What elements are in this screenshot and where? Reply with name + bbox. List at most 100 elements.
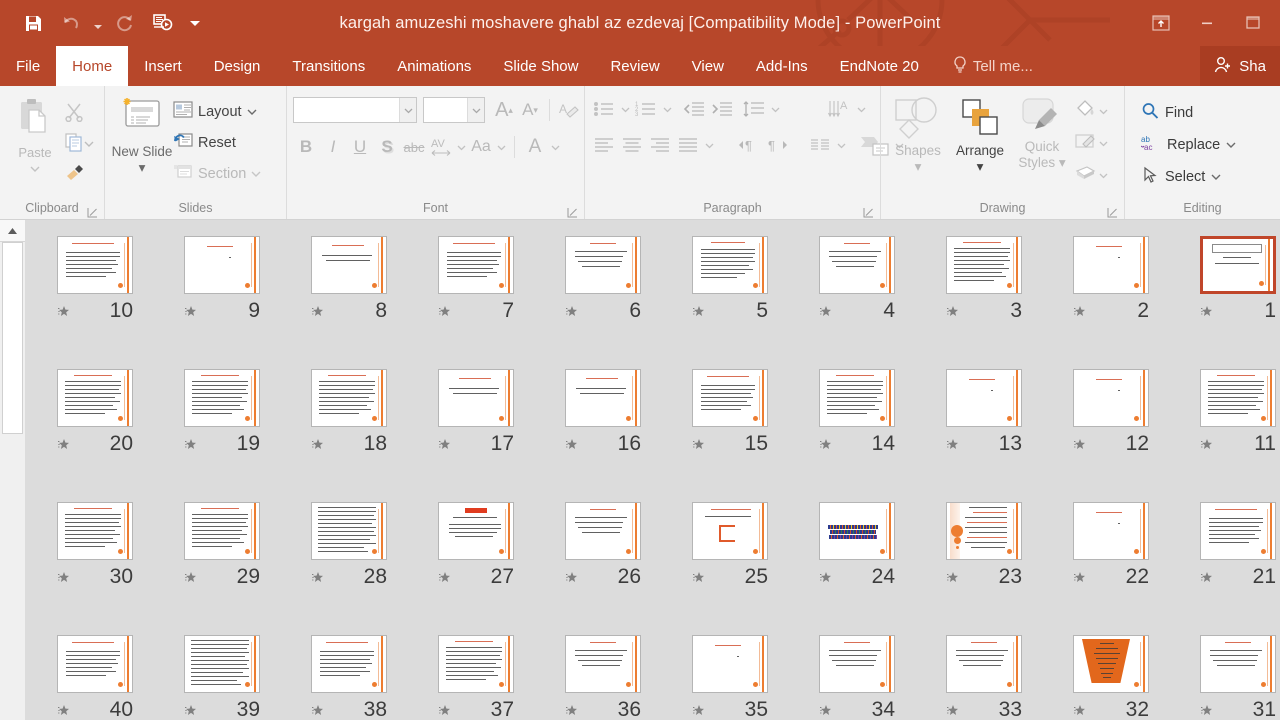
replace-button[interactable]: ab ac Replace — [1140, 130, 1236, 160]
tab-endnote[interactable]: EndNote 20 — [824, 46, 935, 86]
star-icon[interactable] — [692, 437, 706, 451]
slide-thumbnail[interactable] — [819, 369, 895, 427]
slide-thumbnail-cell[interactable]: 30 — [57, 502, 133, 587]
columns-dropdown-icon[interactable] — [835, 132, 847, 158]
redo-icon[interactable] — [106, 4, 144, 42]
tab-file[interactable]: File — [0, 46, 56, 86]
slide-thumbnail[interactable] — [311, 369, 387, 427]
star-icon[interactable] — [57, 437, 71, 451]
star-icon[interactable] — [57, 570, 71, 584]
slide-thumbnail[interactable] — [946, 635, 1022, 693]
slide-thumbnail[interactable] — [57, 635, 133, 693]
star-icon[interactable] — [1200, 703, 1214, 717]
font-size-combo[interactable] — [423, 97, 485, 123]
numbering-button[interactable]: 123 — [633, 96, 659, 122]
slide-thumbnail[interactable] — [438, 502, 514, 560]
font-name-combo[interactable] — [293, 97, 417, 123]
star-icon[interactable] — [438, 304, 452, 318]
line-spacing-button[interactable] — [741, 96, 767, 122]
slide-thumbnail-cell[interactable]: 35 — [692, 635, 768, 720]
paste-button[interactable]: Paste — [6, 92, 64, 178]
star-icon[interactable] — [184, 304, 198, 318]
ltr-button[interactable]: ¶ — [737, 132, 763, 158]
slide-thumbnail[interactable] — [438, 236, 514, 294]
font-dialog-launcher[interactable] — [567, 203, 578, 218]
layout-button[interactable]: Layout — [173, 98, 261, 126]
slide-thumbnail-cell[interactable]: 38 — [311, 635, 387, 720]
slide-thumbnail-cell[interactable]: 8 — [311, 236, 387, 321]
shape-fill-button[interactable] — [1073, 96, 1109, 126]
text-shadow-button[interactable]: S — [374, 133, 400, 161]
star-icon[interactable] — [819, 570, 833, 584]
font-size-dropdown-icon[interactable] — [467, 98, 484, 122]
font-color-dropdown-icon[interactable] — [549, 134, 561, 160]
slide-thumbnail-cell[interactable]: 37 — [438, 635, 514, 720]
copy-button[interactable] — [64, 130, 94, 158]
slide-thumbnail[interactable] — [692, 635, 768, 693]
slide-thumbnail[interactable] — [1073, 369, 1149, 427]
slide-thumbnail-cell[interactable]: 26 — [565, 502, 641, 587]
reset-button[interactable]: Reset — [173, 129, 261, 157]
slide-thumbnail-cell[interactable]: 34 — [819, 635, 895, 720]
star-icon[interactable] — [438, 570, 452, 584]
slide-thumbnail[interactable] — [946, 236, 1022, 294]
font-name-dropdown-icon[interactable] — [399, 98, 416, 122]
tab-review[interactable]: Review — [594, 46, 675, 86]
strikethrough-button[interactable]: abc — [401, 133, 427, 161]
slideshow-icon[interactable] — [144, 4, 182, 42]
restore-icon[interactable] — [1230, 0, 1276, 46]
star-icon[interactable] — [565, 437, 579, 451]
star-icon[interactable] — [184, 437, 198, 451]
bullets-dropdown-icon[interactable] — [619, 96, 631, 122]
star-icon[interactable] — [311, 437, 325, 451]
format-painter-button[interactable] — [64, 160, 94, 188]
star-icon[interactable] — [1073, 570, 1087, 584]
slide-thumbnail[interactable] — [1200, 502, 1276, 560]
cut-button[interactable] — [64, 100, 94, 128]
rtl-button[interactable]: ¶ — [765, 132, 791, 158]
star-icon[interactable] — [819, 437, 833, 451]
slide-thumbnail[interactable] — [692, 236, 768, 294]
slide-thumbnail[interactable] — [1200, 369, 1276, 427]
star-icon[interactable] — [692, 570, 706, 584]
undo-dropdown-icon[interactable] — [90, 4, 106, 42]
tab-home[interactable]: Home — [56, 46, 129, 86]
replace-dropdown-icon[interactable] — [1226, 137, 1236, 153]
columns-button[interactable] — [807, 132, 833, 158]
increase-indent-button[interactable] — [709, 96, 735, 122]
star-icon[interactable] — [819, 703, 833, 717]
undo-icon[interactable] — [52, 4, 90, 42]
slide-thumbnail[interactable] — [438, 369, 514, 427]
tell-me-box[interactable]: Tell me... — [941, 46, 1045, 86]
slide-thumbnail[interactable] — [1073, 502, 1149, 560]
copy-dropdown-icon[interactable] — [84, 135, 94, 153]
tab-add-ins[interactable]: Add-Ins — [740, 46, 824, 86]
slide-thumbnail-cell[interactable]: 40 — [57, 635, 133, 720]
star-icon[interactable] — [311, 703, 325, 717]
slide-thumbnail-cell[interactable]: 3 — [946, 236, 1022, 321]
slide-thumbnail-cell[interactable]: 4 — [819, 236, 895, 321]
slide-thumbnail-cell[interactable]: 18 — [311, 369, 387, 454]
star-icon[interactable] — [438, 437, 452, 451]
slide-thumbnail-cell[interactable]: 10 — [57, 236, 133, 321]
slide-thumbnail[interactable] — [1073, 635, 1149, 693]
slide-thumbnail[interactable] — [819, 236, 895, 294]
slide-thumbnail[interactable] — [946, 502, 1022, 560]
star-icon[interactable] — [184, 570, 198, 584]
slide-thumbnail[interactable] — [1200, 236, 1276, 294]
slide-thumbnail-cell[interactable]: 6 — [565, 236, 641, 321]
slide-thumbnail[interactable] — [184, 502, 260, 560]
text-direction-dropdown-icon[interactable] — [855, 96, 867, 122]
select-button[interactable]: Select — [1141, 162, 1236, 192]
shape-outline-dropdown-icon[interactable] — [1097, 130, 1109, 156]
slide-thumbnail[interactable] — [692, 369, 768, 427]
decrease-font-size-button[interactable]: A ▾ — [517, 96, 543, 124]
section-dropdown-icon[interactable] — [251, 166, 261, 182]
slide-thumbnail-cell[interactable]: 39 — [184, 635, 260, 720]
share-button[interactable]: Sha — [1200, 46, 1280, 86]
star-icon[interactable] — [1073, 304, 1087, 318]
slide-thumbnail[interactable] — [311, 635, 387, 693]
star-icon[interactable] — [1073, 437, 1087, 451]
slide-thumbnail[interactable] — [311, 502, 387, 560]
star-icon[interactable] — [692, 703, 706, 717]
